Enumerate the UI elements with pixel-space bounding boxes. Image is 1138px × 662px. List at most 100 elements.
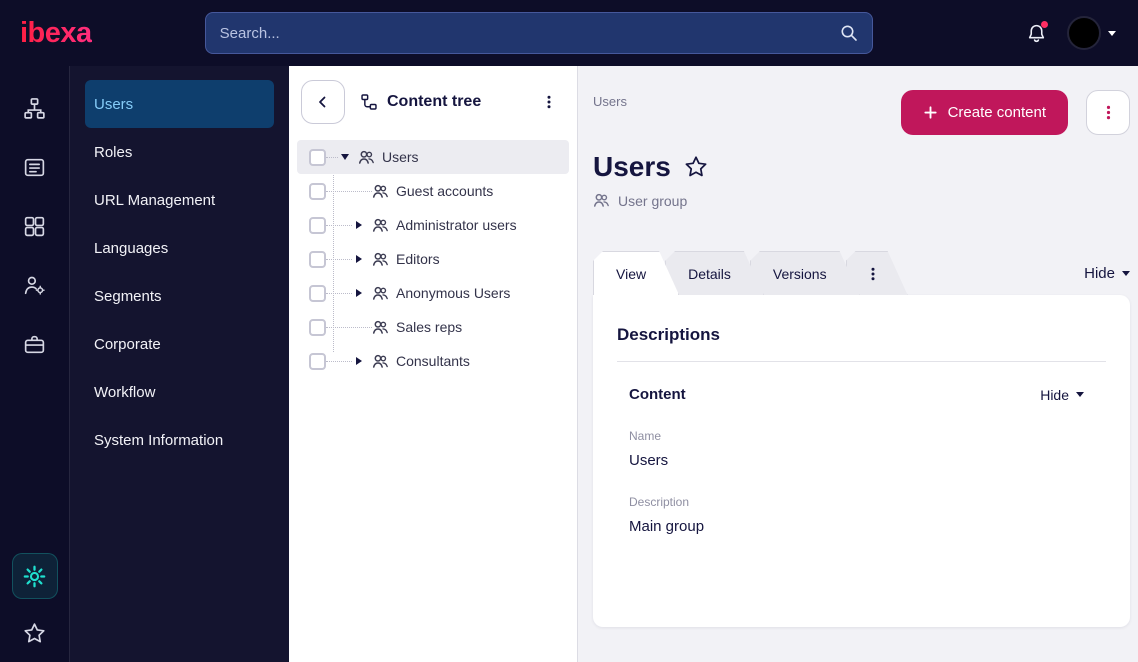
nav-content-list[interactable] <box>22 155 47 180</box>
create-content-button[interactable]: Create content <box>900 90 1068 135</box>
tree-node-label: Sales reps <box>396 319 463 335</box>
field-description: Description Main group <box>629 495 1084 535</box>
search-icon[interactable] <box>840 24 858 42</box>
settings-gear-icon <box>22 564 47 589</box>
nav-content-structure[interactable] <box>22 96 47 121</box>
sidebar-item-label: System Information <box>94 431 224 449</box>
sidebar-item-label: Roles <box>94 143 133 161</box>
user-group-icon <box>372 319 389 336</box>
nav-settings[interactable] <box>11 553 58 599</box>
topbar-actions <box>1026 16 1116 50</box>
sidebar-item-corporate[interactable]: Corporate <box>85 320 274 368</box>
favorite-toggle[interactable] <box>683 154 709 180</box>
nav-corporate[interactable] <box>22 332 47 357</box>
hide-section-toggle[interactable]: Hide <box>1040 387 1084 403</box>
icon-rail <box>0 66 69 662</box>
sidebar-item-label: Workflow <box>94 383 156 401</box>
blocks-icon <box>22 214 47 239</box>
tree-connector <box>326 292 352 294</box>
tree-checkbox[interactable] <box>309 148 326 166</box>
admin-sidebar: Users Roles URL Management Languages Seg… <box>69 66 289 662</box>
star-icon <box>22 621 47 646</box>
nav-audience[interactable] <box>22 273 47 298</box>
sidebar-item-segments[interactable]: Segments <box>85 272 274 320</box>
field-name: Name Users <box>629 429 1084 469</box>
user-group-icon <box>358 149 375 166</box>
expand-caret-icon[interactable] <box>352 289 365 297</box>
sidebar-item-label: Users <box>94 95 134 113</box>
notification-unread-dot <box>1041 20 1048 28</box>
sidebar-item-languages[interactable]: Languages <box>85 224 274 272</box>
app-window: ibexa Search... Users Roles URL Manageme… <box>0 0 1138 662</box>
tree-node-label: Administrator users <box>396 217 517 233</box>
briefcase-icon <box>22 332 47 357</box>
tree-node-users[interactable]: Users <box>297 140 569 174</box>
content-list-icon <box>22 155 47 180</box>
tree-connector <box>326 258 352 260</box>
tree-node-guest-accounts[interactable]: Guest accounts <box>297 174 569 208</box>
sidebar-item-workflow[interactable]: Workflow <box>85 368 274 416</box>
page-title-row: Users <box>593 151 1130 183</box>
user-group-icon <box>372 183 389 200</box>
notifications-button[interactable] <box>1026 20 1048 44</box>
tree-options-button[interactable] <box>535 88 563 116</box>
icon-rail-top <box>22 96 47 357</box>
field-label: Description <box>629 495 690 509</box>
collapse-tree-button[interactable] <box>301 80 345 124</box>
tree-node-label: Guest accounts <box>396 183 494 199</box>
search-input[interactable] <box>219 24 840 42</box>
tab-versions[interactable]: Versions <box>750 251 860 295</box>
sidebar-item-url-management[interactable]: URL Management <box>85 176 274 224</box>
tree-node-anonymous-users[interactable]: Anonymous Users <box>297 276 569 310</box>
plus-icon <box>923 105 938 120</box>
hide-panel-toggle[interactable]: Hide <box>1084 265 1130 295</box>
nav-bookmarks[interactable] <box>22 621 47 646</box>
ibexa-logo[interactable]: ibexa <box>20 17 92 50</box>
sidebar-item-roles[interactable]: Roles <box>85 128 274 176</box>
tree-connector <box>326 156 338 158</box>
expand-caret-icon[interactable] <box>352 255 365 263</box>
user-group-icon <box>372 217 389 234</box>
tab-bar: View Details Versions Hide <box>593 251 1130 295</box>
caret-down-icon <box>1076 392 1084 397</box>
tree-connector <box>326 190 372 192</box>
collapse-caret-icon[interactable] <box>338 154 351 160</box>
tree-node-administrator-users[interactable]: Administrator users <box>297 208 569 242</box>
avatar[interactable] <box>1067 16 1101 50</box>
tree-node-editors[interactable]: Editors <box>297 242 569 276</box>
star-outline-icon <box>683 154 709 180</box>
tree-node-label: Consultants <box>396 353 470 369</box>
tree-node-consultants[interactable]: Consultants <box>297 344 569 378</box>
field-value: Main group <box>629 518 705 535</box>
expand-caret-icon[interactable] <box>352 357 365 365</box>
chevron-left-icon <box>315 94 331 110</box>
tree-checkbox[interactable] <box>309 250 326 268</box>
user-group-icon <box>593 192 610 209</box>
context-menu-button[interactable] <box>1086 90 1130 135</box>
icon-rail-bottom <box>11 553 58 646</box>
tree-checkbox[interactable] <box>309 318 326 336</box>
tree-checkbox[interactable] <box>309 284 326 302</box>
sidebar-item-system-information[interactable]: System Information <box>85 416 274 464</box>
user-menu[interactable] <box>1067 16 1116 50</box>
breadcrumb: Users <box>593 94 627 109</box>
tree-checkbox[interactable] <box>309 216 326 234</box>
expand-caret-icon[interactable] <box>352 221 365 229</box>
chevron-down-icon[interactable] <box>1108 30 1116 36</box>
main-header: Users Create content <box>593 90 1130 135</box>
content-section: Content Hide Name Users Description Main… <box>617 362 1106 535</box>
nav-blocks[interactable] <box>22 214 47 239</box>
audience-icon <box>22 273 47 298</box>
tree-checkbox[interactable] <box>309 182 326 200</box>
kebab-icon <box>1100 104 1117 121</box>
global-search[interactable] <box>204 12 873 54</box>
kebab-icon <box>541 94 557 110</box>
tree-icon <box>360 93 378 111</box>
tree-connector <box>326 224 352 226</box>
content-tree-header: Content tree <box>289 66 577 132</box>
tree-node-sales-reps[interactable]: Sales reps <box>297 310 569 344</box>
sidebar-item-users[interactable]: Users <box>85 80 274 128</box>
tab-view[interactable]: View <box>593 251 679 295</box>
tab-details[interactable]: Details <box>665 251 764 295</box>
tree-checkbox[interactable] <box>309 352 326 370</box>
